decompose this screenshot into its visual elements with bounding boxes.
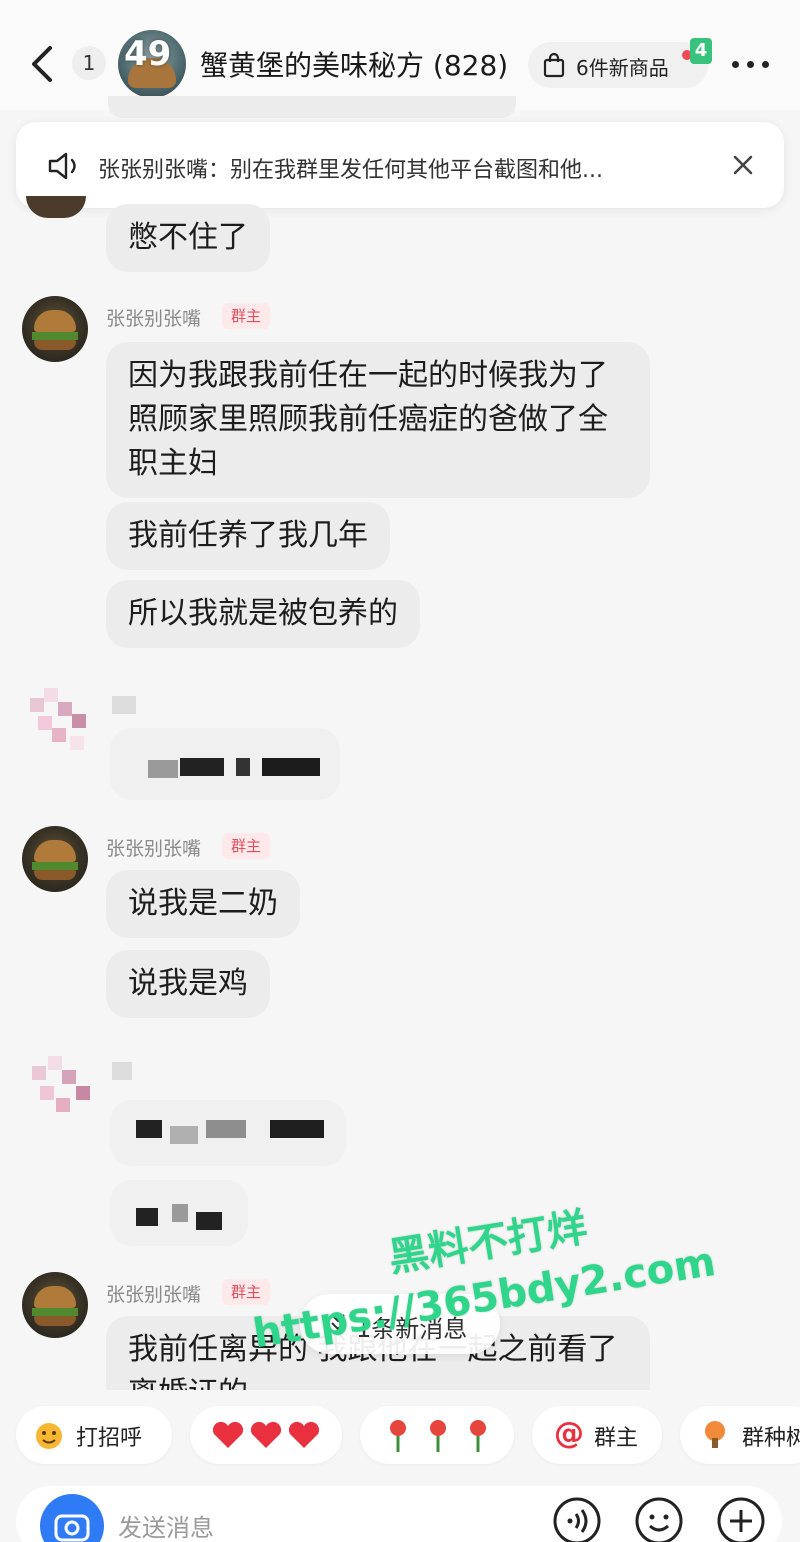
group-avatar-number: 49 [124,34,172,74]
quick-reply-roses[interactable] [360,1406,514,1464]
message-bubble[interactable]: 我前任养了我几年 [106,502,390,570]
tree-icon [705,1421,725,1448]
input-placeholder: 发送消息 [118,1514,214,1542]
chat-header: 1 49 蟹黄堡的美味秘方 (828) 6件新商品 4 [0,0,800,110]
quick-reply-bar: 打招呼 @ 群主 群种树 [0,1392,800,1482]
message-bubble[interactable]: 说我是鸡 [106,950,270,1018]
new-products-button[interactable]: 6件新商品 [528,42,708,88]
sender-name: 张张别张嘴 [106,308,202,330]
avatar[interactable] [22,296,88,362]
message-bubble[interactable]: 憋不住了 [106,204,270,272]
announcement-banner[interactable]: 张张别张嘴：别在我群里发任何其他平台截图和他... [16,122,784,208]
sender-name: 张张别张嘴 [106,1284,202,1306]
chip-label: 群种树 [742,1426,800,1451]
avatar[interactable] [26,196,86,218]
announcement-text: 张张别张嘴：别在我群里发任何其他平台截图和他... [98,158,603,183]
roses-icon [390,1420,486,1452]
back-arrow-icon[interactable] [26,40,60,88]
shopping-bag-icon [543,52,565,78]
message-bubble[interactable]: 说我是二奶 [106,870,300,938]
quick-reply-mention-owner[interactable]: @ 群主 [532,1406,662,1464]
chip-label: 群主 [594,1426,639,1451]
wave-emoji-icon [36,1423,62,1449]
pixelated-text [270,1120,324,1138]
camera-icon [54,1514,90,1542]
pixelated-text [206,1120,246,1138]
pixelated-text [136,1208,158,1226]
plus-icon[interactable] [716,1496,766,1542]
group-owner-tag: 群主 [222,303,270,329]
input-bar: 发送消息 [0,1486,800,1542]
pixelated-text [236,758,250,776]
unread-count-badge[interactable]: 1 [72,46,106,80]
blurred-sender [112,1062,132,1080]
message-input[interactable]: 发送消息 [16,1486,782,1542]
pixelated-text [180,758,224,776]
group-title[interactable]: 蟹黄堡的美味秘方 (828) [200,44,508,84]
pixelated-text [172,1204,188,1222]
new-products-label: 6件新商品 [576,56,669,80]
group-owner-tag: 群主 [222,833,270,859]
camera-button[interactable] [40,1494,104,1542]
pixelated-text [136,1120,162,1138]
hearts-icon [212,1421,320,1448]
blurred-avatar[interactable] [22,684,98,760]
emoji-icon[interactable] [634,1496,684,1542]
quick-reply-plant-tree[interactable]: 群种树 [680,1406,800,1464]
quick-reply-greet[interactable]: 打招呼 [16,1406,172,1464]
group-owner-tag: 群主 [222,1279,270,1305]
pixelated-text [148,760,178,778]
previous-message-bubble [108,96,516,118]
pixelated-text [170,1126,198,1144]
chip-label: 打招呼 [76,1426,143,1451]
new-products-badge: 4 [690,38,712,64]
pixelated-text [262,758,320,776]
message-bubble[interactable]: 因为我跟我前任在一起的时候我为了照顾家里照顾我前任癌症的爸做了全职主妇 [106,342,650,498]
pixelated-text [196,1212,222,1230]
speaker-icon [48,152,76,180]
blurred-sender [112,696,136,714]
sender-name: 张张别张嘴 [106,838,202,860]
quick-reply-hearts[interactable] [190,1406,342,1464]
close-icon[interactable] [728,150,758,180]
blurred-avatar[interactable] [22,1050,98,1126]
message-bubble[interactable]: 所以我就是被包养的 [106,580,420,648]
avatar[interactable] [22,826,88,892]
voice-icon[interactable] [552,1496,602,1542]
at-icon: @ [554,1416,584,1451]
more-options-icon[interactable] [728,50,774,78]
